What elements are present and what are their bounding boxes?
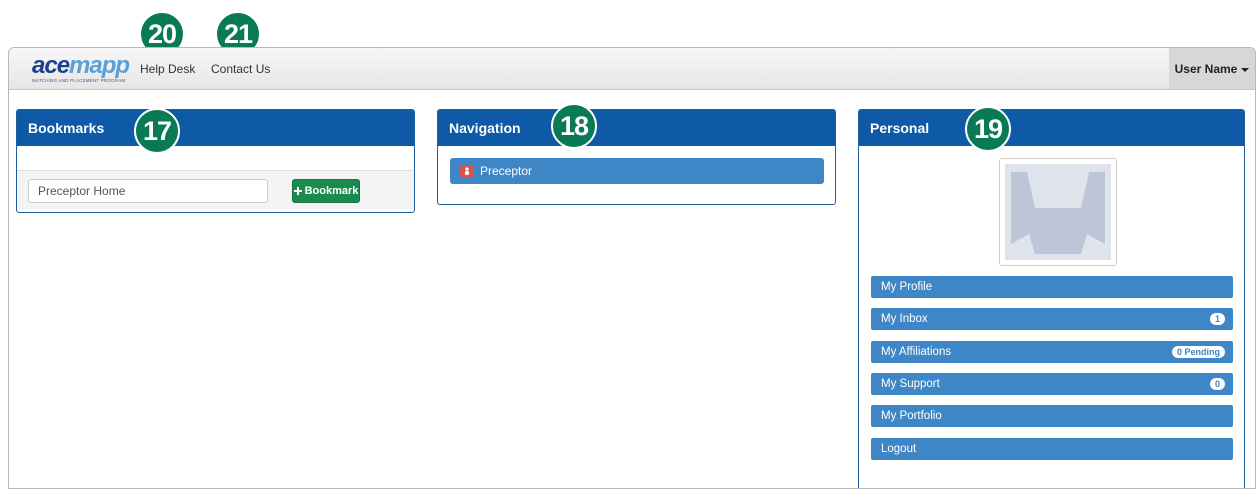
user-icon xyxy=(460,165,474,177)
logo-word-mapp: mapp xyxy=(69,52,130,79)
navigation-panel-title: Navigation xyxy=(438,110,835,146)
logo-tagline: MATCHING AND PLACEMENT PROGRAM xyxy=(32,78,126,83)
contact-us-link[interactable]: Contact Us xyxy=(211,62,270,76)
my-affiliations-label: My Affiliations xyxy=(881,346,952,358)
my-inbox-label: My Inbox xyxy=(881,313,928,325)
my-affiliations-button[interactable]: My Affiliations 0 Pending xyxy=(871,341,1233,363)
personal-panel: Personal My Profile My Inbox 1 My Affili… xyxy=(858,109,1245,488)
my-inbox-button[interactable]: My Inbox 1 xyxy=(871,308,1233,330)
bookmark-name-input[interactable] xyxy=(28,179,268,203)
my-profile-label: My Profile xyxy=(881,281,933,293)
bookmarks-list xyxy=(17,146,414,171)
add-bookmark-label: Bookmark xyxy=(304,185,359,197)
nav-item-preceptor[interactable]: Preceptor xyxy=(450,158,824,184)
acemapp-logo[interactable]: acemapp MATCHING AND PLACEMENT PROGRAM xyxy=(32,52,130,84)
top-navbar: acemapp MATCHING AND PLACEMENT PROGRAM H… xyxy=(9,48,1255,90)
bookmark-form: Bookmark xyxy=(17,171,414,209)
logout-button[interactable]: Logout xyxy=(871,438,1233,460)
logout-label: Logout xyxy=(881,443,917,455)
logo-word-ace: ace xyxy=(32,52,70,79)
inbox-count-badge: 1 xyxy=(1209,313,1225,325)
navigation-panel: Navigation Preceptor xyxy=(437,109,836,205)
profile-avatar[interactable] xyxy=(999,158,1117,266)
marker-19: 19 xyxy=(965,106,1011,152)
bookmarks-panel: Bookmarks Bookmark xyxy=(16,109,415,213)
help-desk-link[interactable]: Help Desk xyxy=(140,62,195,76)
my-support-label: My Support xyxy=(881,378,940,390)
nav-item-label: Preceptor xyxy=(480,164,533,178)
my-support-button[interactable]: My Support 0 xyxy=(871,373,1233,395)
marker-18: 18 xyxy=(551,103,597,149)
my-portfolio-button[interactable]: My Portfolio xyxy=(871,405,1233,427)
personal-panel-title: Personal xyxy=(859,110,1244,146)
affiliations-pending-badge: 0 Pending xyxy=(1171,346,1225,358)
profile-silhouette-icon xyxy=(1005,164,1111,260)
marker-17: 17 xyxy=(134,108,180,154)
my-portfolio-label: My Portfolio xyxy=(881,410,942,422)
plus-icon xyxy=(293,187,302,195)
app-window: acemapp MATCHING AND PLACEMENT PROGRAM H… xyxy=(8,47,1256,489)
add-bookmark-button[interactable]: Bookmark xyxy=(292,179,360,203)
user-name-label: User Name xyxy=(1174,61,1238,76)
bookmarks-panel-title: Bookmarks xyxy=(17,110,414,146)
support-count-badge: 0 xyxy=(1209,378,1225,390)
user-menu-dropdown[interactable]: User Name xyxy=(1169,48,1255,89)
my-profile-button[interactable]: My Profile xyxy=(871,276,1233,298)
caret-down-icon xyxy=(1241,67,1250,72)
